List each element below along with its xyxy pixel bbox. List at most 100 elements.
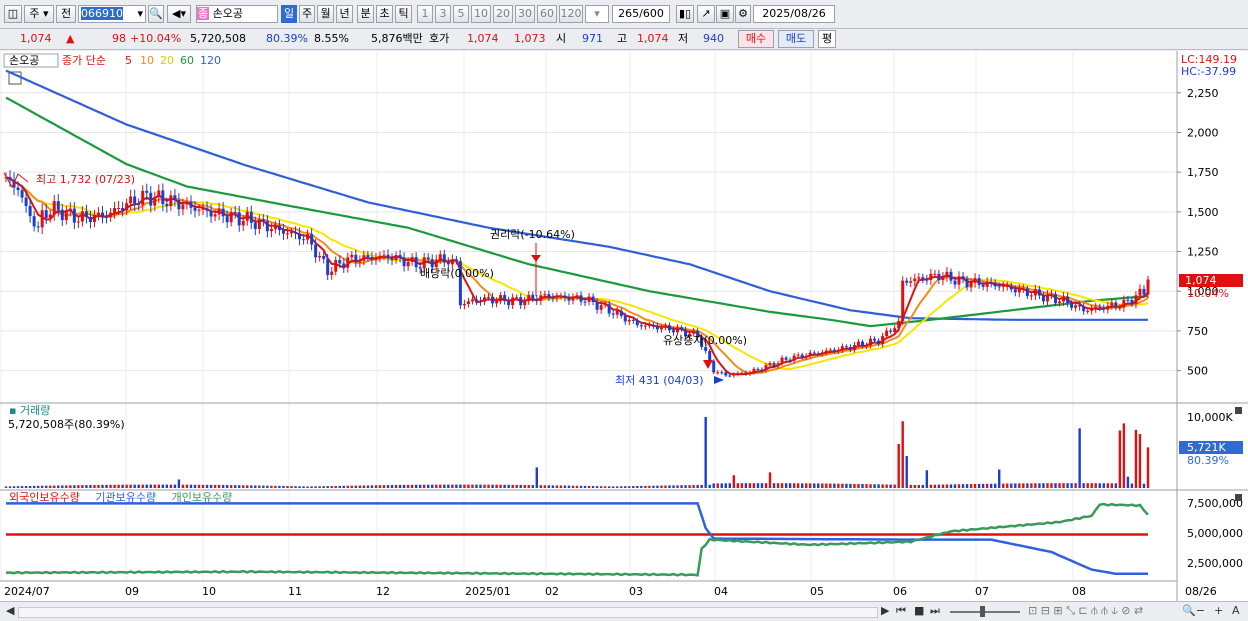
x-label-0: 2024/07 (4, 585, 50, 598)
period-type-select[interactable]: 주 ▾ (24, 5, 54, 23)
window-menu-icon[interactable]: ◫ (4, 5, 22, 23)
volume-bar (358, 485, 362, 488)
tf-minute-button[interactable]: 분 (357, 5, 374, 23)
tf-n10-button[interactable]: 10 (471, 5, 491, 23)
tf-year-button[interactable]: 년 (336, 5, 353, 23)
scroll-right-icon[interactable]: ▶ (881, 604, 889, 617)
auto-scale-icon[interactable]: A (1232, 604, 1240, 617)
candle-body (893, 328, 897, 332)
candle-body (639, 325, 643, 327)
sell-button[interactable]: 매도 (778, 30, 814, 48)
candle-body (591, 296, 595, 303)
price-tick-label-4: 1,500 (1187, 206, 1219, 219)
stop-icon[interactable]: ■ (914, 604, 924, 617)
chart-svg[interactable]: 손오공 종가 단순 5 10 20 60 120 LC:149.19 HC:-3… (0, 51, 1248, 601)
tf-n1-button[interactable]: 1 (417, 5, 433, 23)
tf-tick-button[interactable]: 틱 (395, 5, 412, 23)
tf-week-button[interactable]: 주 (299, 5, 315, 23)
volume-bar (262, 485, 265, 488)
prev-code-button[interactable]: 전 (56, 5, 76, 23)
volume-bar (897, 443, 900, 488)
holdings-pane-close-icon[interactable] (1235, 494, 1242, 501)
chart-area[interactable]: 손오공 종가 단순 5 10 20 60 120 LC:149.19 HC:-3… (0, 51, 1248, 601)
volume-pane-close-icon[interactable] (1235, 407, 1242, 414)
candle-style-icon[interactable]: ▮▯ (676, 5, 694, 23)
candle-body (519, 297, 523, 306)
buy-button[interactable]: 매수 (738, 30, 774, 48)
candle-body (454, 259, 458, 262)
save-icon[interactable]: ▣ (716, 5, 734, 23)
volume-bar (443, 484, 446, 488)
zoom-slider[interactable] (950, 611, 1020, 613)
tf-n20-button[interactable]: 20 (493, 5, 513, 23)
volume-bar (201, 484, 205, 488)
stock-name-field[interactable]: 종 손오공 (196, 5, 278, 23)
volume-bar (20, 486, 24, 488)
tf-n30-button[interactable]: 30 (515, 5, 535, 23)
tf-n5-button[interactable]: 5 (453, 5, 469, 23)
speaker-icon[interactable]: ◀▾ (167, 5, 191, 23)
zoom-out-icon[interactable]: 🔍− (1182, 604, 1205, 617)
tf-month-button[interactable]: 월 (317, 5, 334, 23)
volume-bar (1122, 423, 1126, 488)
search-icon[interactable]: 🔍 (148, 5, 164, 23)
volume-bar (913, 484, 916, 488)
candle-body (712, 360, 716, 373)
candle-body (901, 280, 905, 321)
scrollbar-track[interactable] (18, 607, 878, 618)
candle-body (873, 338, 877, 341)
gear-icon[interactable]: ⚙ (735, 5, 751, 23)
stock-code-input[interactable]: 066910 ▾ (78, 5, 146, 23)
candle-body (989, 281, 993, 283)
draw-tool-icon[interactable]: ↗ (697, 5, 715, 23)
zoom-in-icon[interactable]: + (1214, 604, 1223, 617)
low-price: 940 (703, 32, 724, 45)
candle-body (213, 214, 217, 217)
candle-body (852, 345, 856, 350)
candle-body (933, 273, 937, 275)
tf-n60-button[interactable]: 60 (537, 5, 557, 23)
volume-bar (427, 484, 430, 488)
volume-bar (69, 485, 72, 488)
custom-tf-select[interactable]: ▾ (585, 5, 609, 23)
candle-body (487, 296, 491, 298)
candle-body (478, 300, 482, 302)
candle-body (889, 330, 893, 332)
candle-body (141, 190, 145, 205)
nav-next-icon[interactable]: ⏭ (930, 604, 940, 618)
candle-body (1086, 310, 1090, 312)
candle-body (181, 204, 185, 210)
volume-bar (129, 484, 132, 488)
date-field[interactable]: 2025/08/26 (753, 5, 835, 23)
volume-bar (499, 484, 502, 488)
turnover-rate: 8.55% (314, 32, 349, 45)
volume-bar (567, 485, 571, 488)
nav-first-icon[interactable]: ⏮ (896, 604, 906, 618)
volume-bar (294, 486, 297, 488)
holdings-tick-2: 5,000,000 (1187, 527, 1243, 540)
tf-day-button[interactable]: 일 (281, 5, 297, 23)
volume-bar (1134, 429, 1138, 488)
trade-amount: 5,876백만 (371, 32, 423, 45)
volume-bar (334, 485, 337, 488)
eval-button[interactable]: 평 (818, 30, 836, 48)
holdings-legend: 외국인보유수량 기관보유수량 개인보유수량 (9, 491, 232, 504)
volume-bar (173, 484, 177, 488)
zoom-slider-handle[interactable] (980, 606, 985, 617)
volume-bar (543, 485, 547, 488)
tf-n3-button[interactable]: 3 (435, 5, 451, 23)
volume-bar (845, 483, 848, 488)
candle-body (643, 325, 647, 327)
candle-body (913, 278, 917, 282)
candle-body (499, 295, 503, 302)
tf-n120-button[interactable]: 120 (559, 5, 583, 23)
data-count-field[interactable]: 265/600 (612, 5, 670, 23)
layout-icons[interactable]: ⊡ ⊟ ⊞ ⤡ ⊏ ⫛ ⫛ ⫝ ⊘ ⇄ (1028, 604, 1143, 618)
volume-bar (599, 486, 603, 488)
scroll-left-icon[interactable]: ◀ (6, 604, 14, 617)
candle-body (567, 297, 571, 301)
tf-second-button[interactable]: 초 (376, 5, 393, 23)
volume-bar (410, 484, 414, 488)
volume-bar (185, 484, 189, 488)
volume-bar (475, 484, 478, 488)
